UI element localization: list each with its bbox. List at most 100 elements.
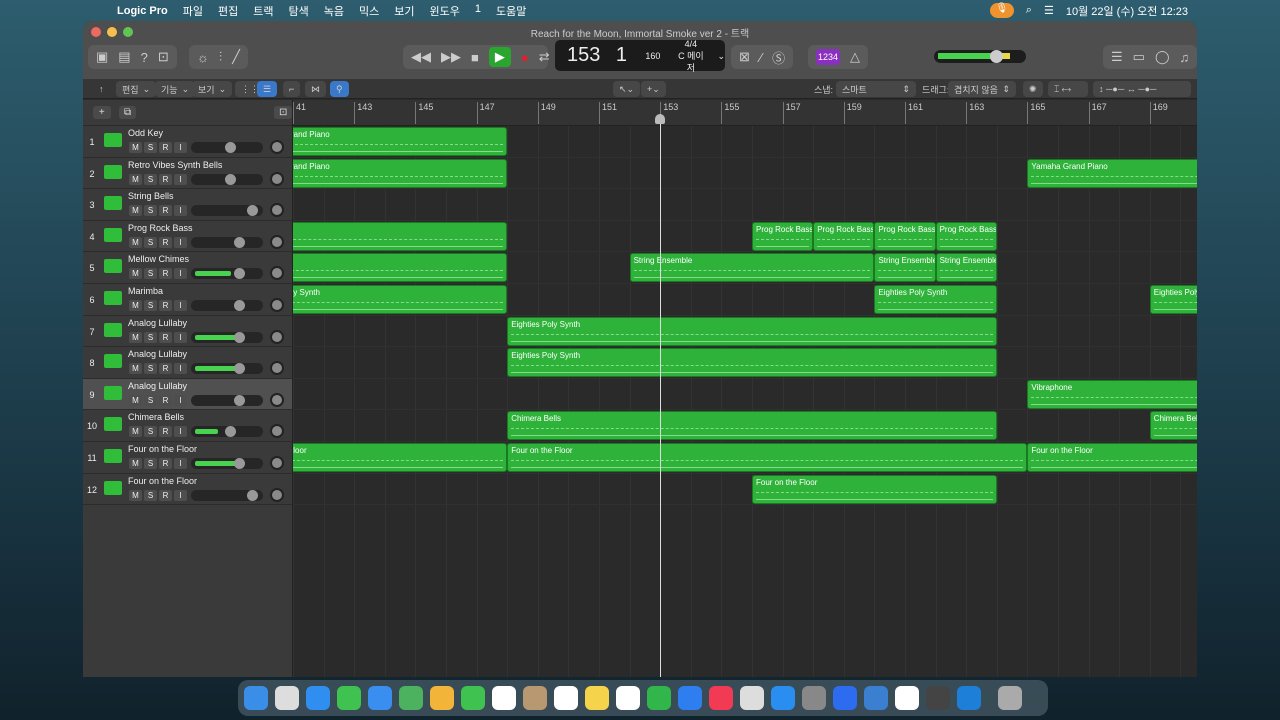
fader-knob[interactable] [246, 205, 258, 217]
playhead[interactable] [660, 114, 662, 677]
midi-region[interactable]: Eighties Poly Synth [507, 348, 997, 378]
track-header[interactable]: 5 Mellow Chimes M S R I [83, 252, 292, 284]
menu-item[interactable]: 믹스 [359, 3, 379, 19]
midi-region[interactable]: Grand Piano [293, 158, 508, 188]
track-name[interactable]: Analog Lullaby [128, 318, 187, 328]
midi-region[interactable]: Bass [293, 221, 508, 251]
input-monitor-button[interactable]: I [174, 205, 187, 217]
back-icon[interactable]: ↑ [93, 81, 110, 97]
tuning-icon[interactable]: ⁄ [760, 50, 762, 65]
menu-item[interactable]: 트랙 [253, 3, 273, 19]
fader-knob[interactable] [234, 236, 246, 248]
midi-region[interactable] [293, 253, 508, 283]
replace-icon[interactable]: ⊠ [739, 49, 750, 65]
list-view-icon[interactable]: ☰ [257, 81, 278, 97]
volume-fader[interactable] [191, 331, 263, 343]
notes-icon[interactable] [585, 686, 609, 710]
datetime[interactable]: 10월 22일 (수) 오전 12:23 [1066, 3, 1188, 19]
fader-knob[interactable] [234, 299, 246, 311]
fader-knob[interactable] [234, 363, 246, 375]
record-enable-button[interactable]: R [159, 489, 172, 501]
volume-fader[interactable] [191, 394, 263, 406]
secondary-tool[interactable]: +⌄ [641, 81, 666, 97]
solo-button[interactable]: S [144, 394, 157, 406]
calendar-icon[interactable] [492, 686, 516, 710]
track-header[interactable]: 7 Analog Lullaby M S R I [83, 316, 292, 348]
track-name[interactable]: Mellow Chimes [128, 254, 189, 264]
input-monitor-button[interactable]: I [174, 457, 187, 469]
help-icon[interactable]: ? [141, 50, 148, 65]
browser-icon[interactable]: ⊡ [158, 49, 169, 65]
flex-icon[interactable]: ⋈ [305, 81, 326, 97]
mute-button[interactable]: M [129, 299, 142, 311]
reminders-icon[interactable] [554, 686, 578, 710]
fit-icons[interactable]: ⌶ ⟷ [1048, 81, 1088, 97]
record-enable-button[interactable]: R [159, 142, 172, 153]
midi-region[interactable]: Prog Rock Bass [874, 221, 936, 251]
launchpad-icon[interactable] [275, 686, 299, 710]
input-monitor-button[interactable]: I [174, 236, 187, 248]
menu-item[interactable]: 윈도우 [429, 3, 459, 19]
track-name[interactable]: Odd Key [128, 128, 163, 138]
trash-icon[interactable] [998, 686, 1022, 710]
mute-button[interactable]: M [129, 457, 142, 469]
automation-icon[interactable]: ⌐ [283, 81, 301, 97]
pan-knob[interactable] [270, 266, 284, 281]
track-name[interactable]: Analog Lullaby [128, 381, 187, 391]
midi-region[interactable]: Chimera Bells [1149, 411, 1197, 441]
menu-item[interactable]: 녹음 [324, 3, 344, 19]
input-monitor-button[interactable]: I [174, 299, 187, 311]
mute-button[interactable]: M [129, 142, 142, 153]
volume-fader[interactable] [191, 268, 263, 280]
fader-knob[interactable] [246, 489, 258, 501]
volume-fader[interactable] [191, 363, 263, 375]
fader-knob[interactable] [225, 142, 237, 153]
midi-region[interactable]: Prog Rock Bass [935, 221, 997, 251]
volume-fader[interactable] [191, 173, 263, 185]
pan-knob[interactable] [270, 361, 284, 376]
menu-item[interactable]: 보기 [394, 3, 414, 19]
midi-region[interactable]: Prog Rock Bass [752, 221, 814, 251]
catch-icon[interactable]: ⚲ [330, 81, 349, 97]
logic-pro-icon[interactable] [926, 686, 950, 710]
midi-region[interactable]: Eighties Poly Synth [874, 285, 997, 314]
app-store-icon[interactable] [771, 686, 795, 710]
search-icon[interactable]: ⌕ [1026, 4, 1032, 17]
midi-region[interactable]: Eighties Poly Synth [1149, 285, 1197, 314]
drag-select[interactable]: 겹치지 않음 ⇕ [948, 81, 1016, 97]
record-enable-button[interactable]: R [159, 173, 172, 185]
track-lane[interactable] [293, 189, 1197, 221]
pan-knob[interactable] [270, 234, 284, 249]
midi-region[interactable]: Chimera Bells [507, 411, 997, 441]
track-name[interactable]: Retro Vibes Synth Bells [128, 160, 222, 170]
zoom-icon[interactable] [833, 686, 857, 710]
editor-icon[interactable]: ╱ [232, 49, 240, 65]
mute-button[interactable]: M [129, 268, 142, 280]
menu-item[interactable]: 1 [475, 3, 481, 19]
pan-knob[interactable] [270, 392, 284, 407]
track-header[interactable]: 11 Four on the Floor M S R I [83, 442, 292, 474]
fast-forward-icon[interactable]: ▶▶ [441, 49, 461, 65]
facetime-icon[interactable] [461, 686, 485, 710]
track-name[interactable]: Prog Rock Bass [128, 223, 193, 233]
fader-knob[interactable] [234, 457, 246, 469]
play-button[interactable]: ▶ [488, 47, 511, 67]
fader-knob[interactable] [225, 173, 237, 185]
input-monitor-button[interactable]: I [174, 426, 187, 438]
mute-button[interactable]: M [129, 173, 142, 185]
mute-button[interactable]: M [129, 236, 142, 248]
notepad-icon[interactable]: ▭ [1133, 49, 1145, 65]
track-name[interactable]: Marimba [128, 286, 163, 296]
solo-button[interactable]: S [144, 457, 157, 469]
pan-knob[interactable] [270, 329, 284, 344]
mute-button[interactable]: M [129, 205, 142, 217]
midi-region[interactable]: Poly Synth [293, 285, 508, 314]
quicktime-icon[interactable] [957, 686, 981, 710]
edit-menu[interactable]: 편집 ⌄ [116, 81, 157, 97]
solo-button[interactable]: S [144, 299, 157, 311]
track-header[interactable]: 9 Analog Lullaby M S R I [83, 378, 292, 411]
input-monitor-button[interactable]: I [174, 268, 187, 280]
menu-item[interactable]: 탐색 [288, 3, 308, 19]
track-header[interactable]: 6 Marimba M S R I [83, 284, 292, 316]
ruler[interactable]: 41 143 145 147 149 151 153 155 157 159 161 163 165 16… [293, 100, 1197, 126]
